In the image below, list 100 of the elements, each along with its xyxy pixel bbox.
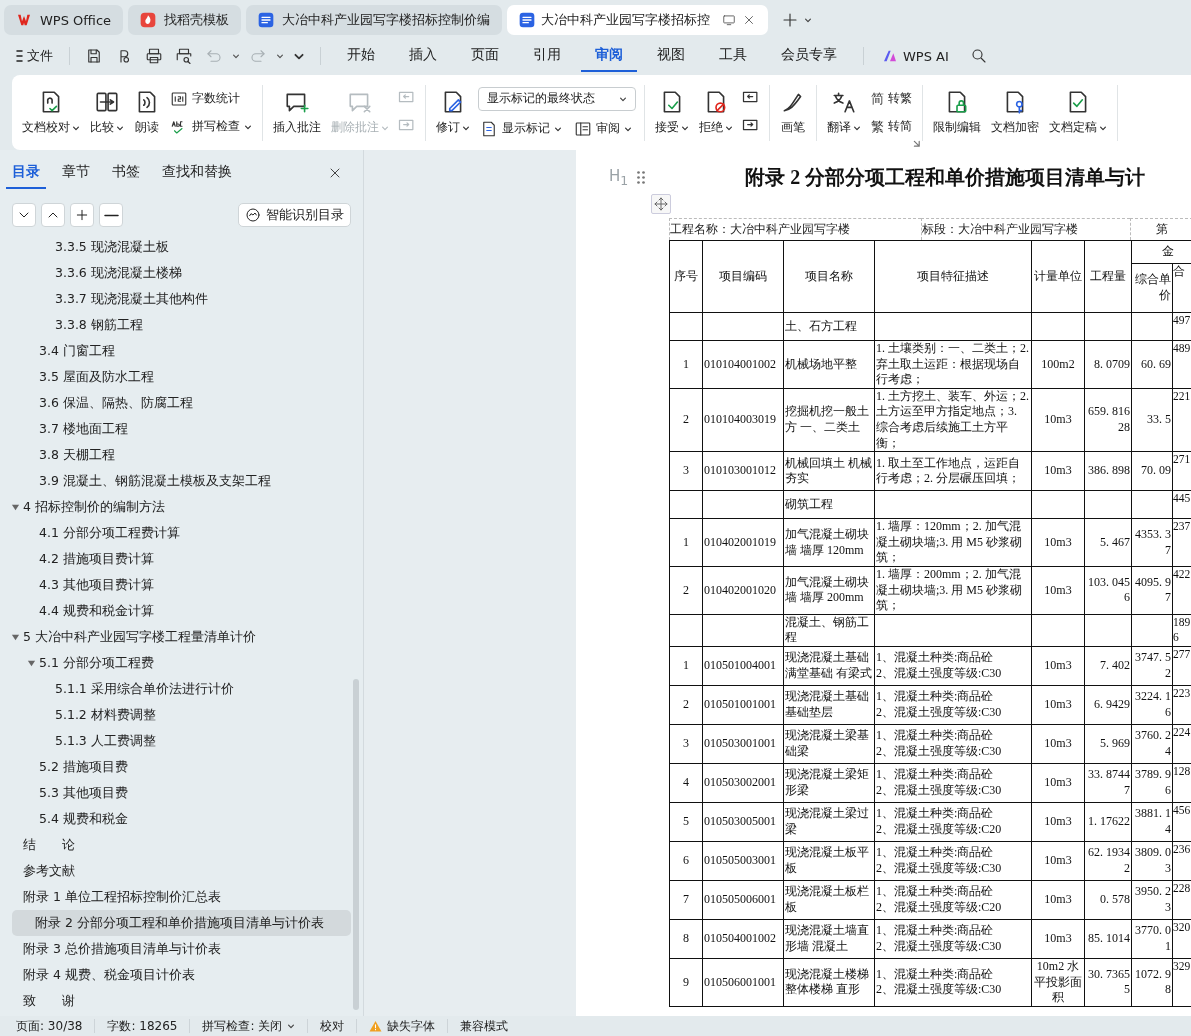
outline-item[interactable]: 3.5 屋面及防水工程 bbox=[0, 364, 351, 390]
browser-tab[interactable]: 大冶中科产业园写字楼招标控 bbox=[507, 5, 769, 35]
file-menu[interactable]: 文件 bbox=[12, 45, 57, 67]
outline-item[interactable]: 5.1.3 人工费调整 bbox=[0, 728, 351, 754]
dropdown-button[interactable]: 文档校对 bbox=[20, 87, 82, 138]
outline-item[interactable]: 3.3.6 现浇混凝土楼梯 bbox=[0, 260, 351, 286]
table-cell: 100m2 bbox=[1031, 340, 1085, 389]
outline-item[interactable]: 4.2 措施项目费计算 bbox=[0, 546, 351, 572]
outline-item[interactable]: 3.9 混凝土、钢筋混凝土模板及支架工程 bbox=[0, 468, 351, 494]
menu-tab[interactable]: 工具 bbox=[705, 40, 761, 72]
table-cell: 现浇混凝土梁基础梁 bbox=[783, 724, 875, 764]
outline-item[interactable]: 5 大冶中科产业园写字楼工程量清单计价 bbox=[0, 624, 351, 650]
outline-item[interactable]: 4.4 规费和税金计算 bbox=[0, 598, 351, 624]
table-cell: 现浇混凝土板栏板 bbox=[783, 880, 875, 920]
browser-tab[interactable]: 找稻壳模板 bbox=[128, 5, 242, 35]
outline-item[interactable]: 结 论 bbox=[0, 832, 351, 858]
dropdown-button[interactable]: 比较 bbox=[88, 87, 126, 138]
panel-tab[interactable]: 书签 bbox=[106, 157, 146, 189]
outline-item[interactable]: 5.3 其他项目费 bbox=[0, 780, 351, 806]
outline-item[interactable]: 3.7 楼地面工程 bbox=[0, 416, 351, 442]
menu-tab[interactable]: 插入 bbox=[395, 40, 451, 72]
outline-item[interactable]: 3.3.8 钢筋工程 bbox=[0, 312, 351, 338]
outline-item[interactable]: 4.3 其他项目费计算 bbox=[0, 572, 351, 598]
drag-handle-icon[interactable] bbox=[636, 169, 647, 185]
outline-item[interactable]: 3.6 保温、隔热、防腐工程 bbox=[0, 390, 351, 416]
ribbon-button[interactable]: 文档加密 bbox=[989, 87, 1041, 138]
save-icon[interactable] bbox=[85, 47, 103, 65]
menu-tab[interactable]: 审阅 bbox=[581, 40, 637, 72]
ribbon-button[interactable]: 繁 转简 bbox=[869, 116, 914, 137]
dropdown-button[interactable]: 翻译 bbox=[825, 87, 863, 138]
table-cell: 土、石方工程 bbox=[783, 312, 875, 341]
dropdown-button[interactable]: 拼写检查 bbox=[168, 116, 254, 137]
table-cell: 混凝土、钢筋工程 bbox=[783, 614, 875, 647]
ribbon-button[interactable]: 简 转繁 bbox=[869, 88, 914, 109]
ribbon-button[interactable]: 限制编辑 bbox=[931, 87, 983, 138]
menu-tab[interactable]: 页面 bbox=[457, 40, 513, 72]
spell-check-status[interactable]: 拼写检查: 关闭 bbox=[190, 1019, 309, 1033]
outline-item[interactable]: 致 谢 bbox=[0, 988, 351, 1014]
menu-tab[interactable]: 会员专享 bbox=[767, 40, 851, 72]
outline-item[interactable]: 4 招标控制价的编制方法 bbox=[0, 494, 351, 520]
dropdown-button[interactable]: 拒绝 bbox=[697, 87, 735, 138]
browser-tab[interactable]: 大冶中科产业园写字楼招标控制价编 bbox=[246, 5, 503, 35]
outline-item[interactable]: 5.2 措施项目费 bbox=[0, 754, 351, 780]
panel-tab[interactable]: 章节 bbox=[56, 157, 96, 189]
outline-item[interactable]: 附录 1 单位工程招标控制价汇总表 bbox=[0, 884, 351, 910]
menu-tab[interactable]: 引用 bbox=[519, 40, 575, 72]
dialog-launcher-icon[interactable] bbox=[912, 138, 920, 147]
search-icon[interactable] bbox=[969, 47, 988, 65]
dropdown-button[interactable]: 文档定稿 bbox=[1047, 87, 1109, 138]
outline-item[interactable]: 3.8 天棚工程 bbox=[0, 442, 351, 468]
monitor-icon[interactable] bbox=[722, 13, 737, 27]
table-cell: 现浇混凝土板平板 bbox=[783, 841, 875, 881]
ribbon-button[interactable]: 插入批注 bbox=[271, 87, 323, 138]
outline-item[interactable]: 附录 3 总价措施项目清单与计价表 bbox=[0, 936, 351, 962]
print-icon[interactable] bbox=[145, 47, 163, 65]
table-cell: 10m3 bbox=[1031, 685, 1085, 725]
ai-button[interactable]: WPS AI bbox=[876, 47, 955, 65]
outline-item[interactable]: 附录 4 规费、税金项目计价表 bbox=[0, 962, 351, 988]
outline-item[interactable]: 参考文献 bbox=[0, 858, 351, 884]
dropdown-button[interactable]: 接受 bbox=[653, 87, 691, 138]
table-cell: 1、混凝土种类:商品砼 2、混凝土强度等级:C30 bbox=[874, 763, 1032, 803]
column-header: 序号 bbox=[669, 240, 703, 313]
table-cell: 机械回填土 机械夯实 bbox=[783, 451, 875, 491]
ribbon-button[interactable]: 画笔 bbox=[778, 87, 808, 138]
scrollbar[interactable] bbox=[353, 679, 359, 1010]
column-header: 项目名称 bbox=[783, 240, 875, 313]
outline-item[interactable]: 附录 2 分部分项工程和单价措施项目清单与计价表 bbox=[12, 910, 351, 936]
table-cell: 现浇混凝土梁过梁 bbox=[783, 802, 875, 842]
outline-item[interactable]: 5.1 分部分项工程费 bbox=[0, 650, 351, 676]
view-mode-dropdown[interactable]: 显示标记的最终状态 bbox=[478, 86, 636, 111]
collapse-triangle-icon[interactable] bbox=[11, 503, 20, 512]
menu-tab[interactable]: 开始 bbox=[333, 40, 389, 72]
plus-button[interactable] bbox=[70, 203, 94, 227]
move-handle-icon[interactable] bbox=[651, 194, 671, 214]
table-cell: 3789. 96 bbox=[1131, 763, 1173, 803]
ribbon-button[interactable]: 字数统计 bbox=[168, 88, 242, 109]
outline-item[interactable]: 3.3.5 现浇混凝土板 bbox=[0, 234, 351, 260]
collapse-triangle-icon[interactable] bbox=[27, 659, 36, 668]
ribbon-button[interactable]: 朗读 bbox=[132, 87, 162, 138]
smart-toc-button[interactable]: 智能识别目录 bbox=[238, 203, 351, 227]
outline-item[interactable]: 3.3.7 现浇混凝土其他构件 bbox=[0, 286, 351, 312]
table-cell: 现浇混凝土梁矩形梁 bbox=[783, 763, 875, 803]
panel-tab[interactable]: 查找和替换 bbox=[156, 157, 238, 189]
dropdown-button[interactable]: 审阅 bbox=[572, 118, 634, 139]
table-cell: 4095. 97 bbox=[1131, 566, 1173, 615]
minus-button[interactable] bbox=[99, 203, 123, 227]
menu-tab[interactable]: 视图 bbox=[643, 40, 699, 72]
outline-item[interactable]: 4.1 分部分项工程费计算 bbox=[0, 520, 351, 546]
outline-item[interactable]: 5.1.1 采用综合单价法进行计价 bbox=[0, 676, 351, 702]
print-preview-icon[interactable] bbox=[175, 47, 193, 65]
missing-font-status[interactable]: 缺失字体 bbox=[357, 1019, 449, 1033]
browser-tab[interactable]: WPS Office bbox=[4, 5, 124, 35]
panel-tab[interactable]: 目录 bbox=[6, 157, 46, 189]
dropdown-button[interactable]: 显示标记 bbox=[478, 118, 564, 139]
collapse-triangle-icon[interactable] bbox=[11, 633, 20, 642]
outline-item[interactable]: 3.4 门窗工程 bbox=[0, 338, 351, 364]
dropdown-button[interactable]: 修订 bbox=[434, 87, 472, 138]
outline-item[interactable]: 5.4 规费和税金 bbox=[0, 806, 351, 832]
table-cell: 659. 81628 bbox=[1084, 388, 1132, 452]
outline-item[interactable]: 5.1.2 材料费调整 bbox=[0, 702, 351, 728]
